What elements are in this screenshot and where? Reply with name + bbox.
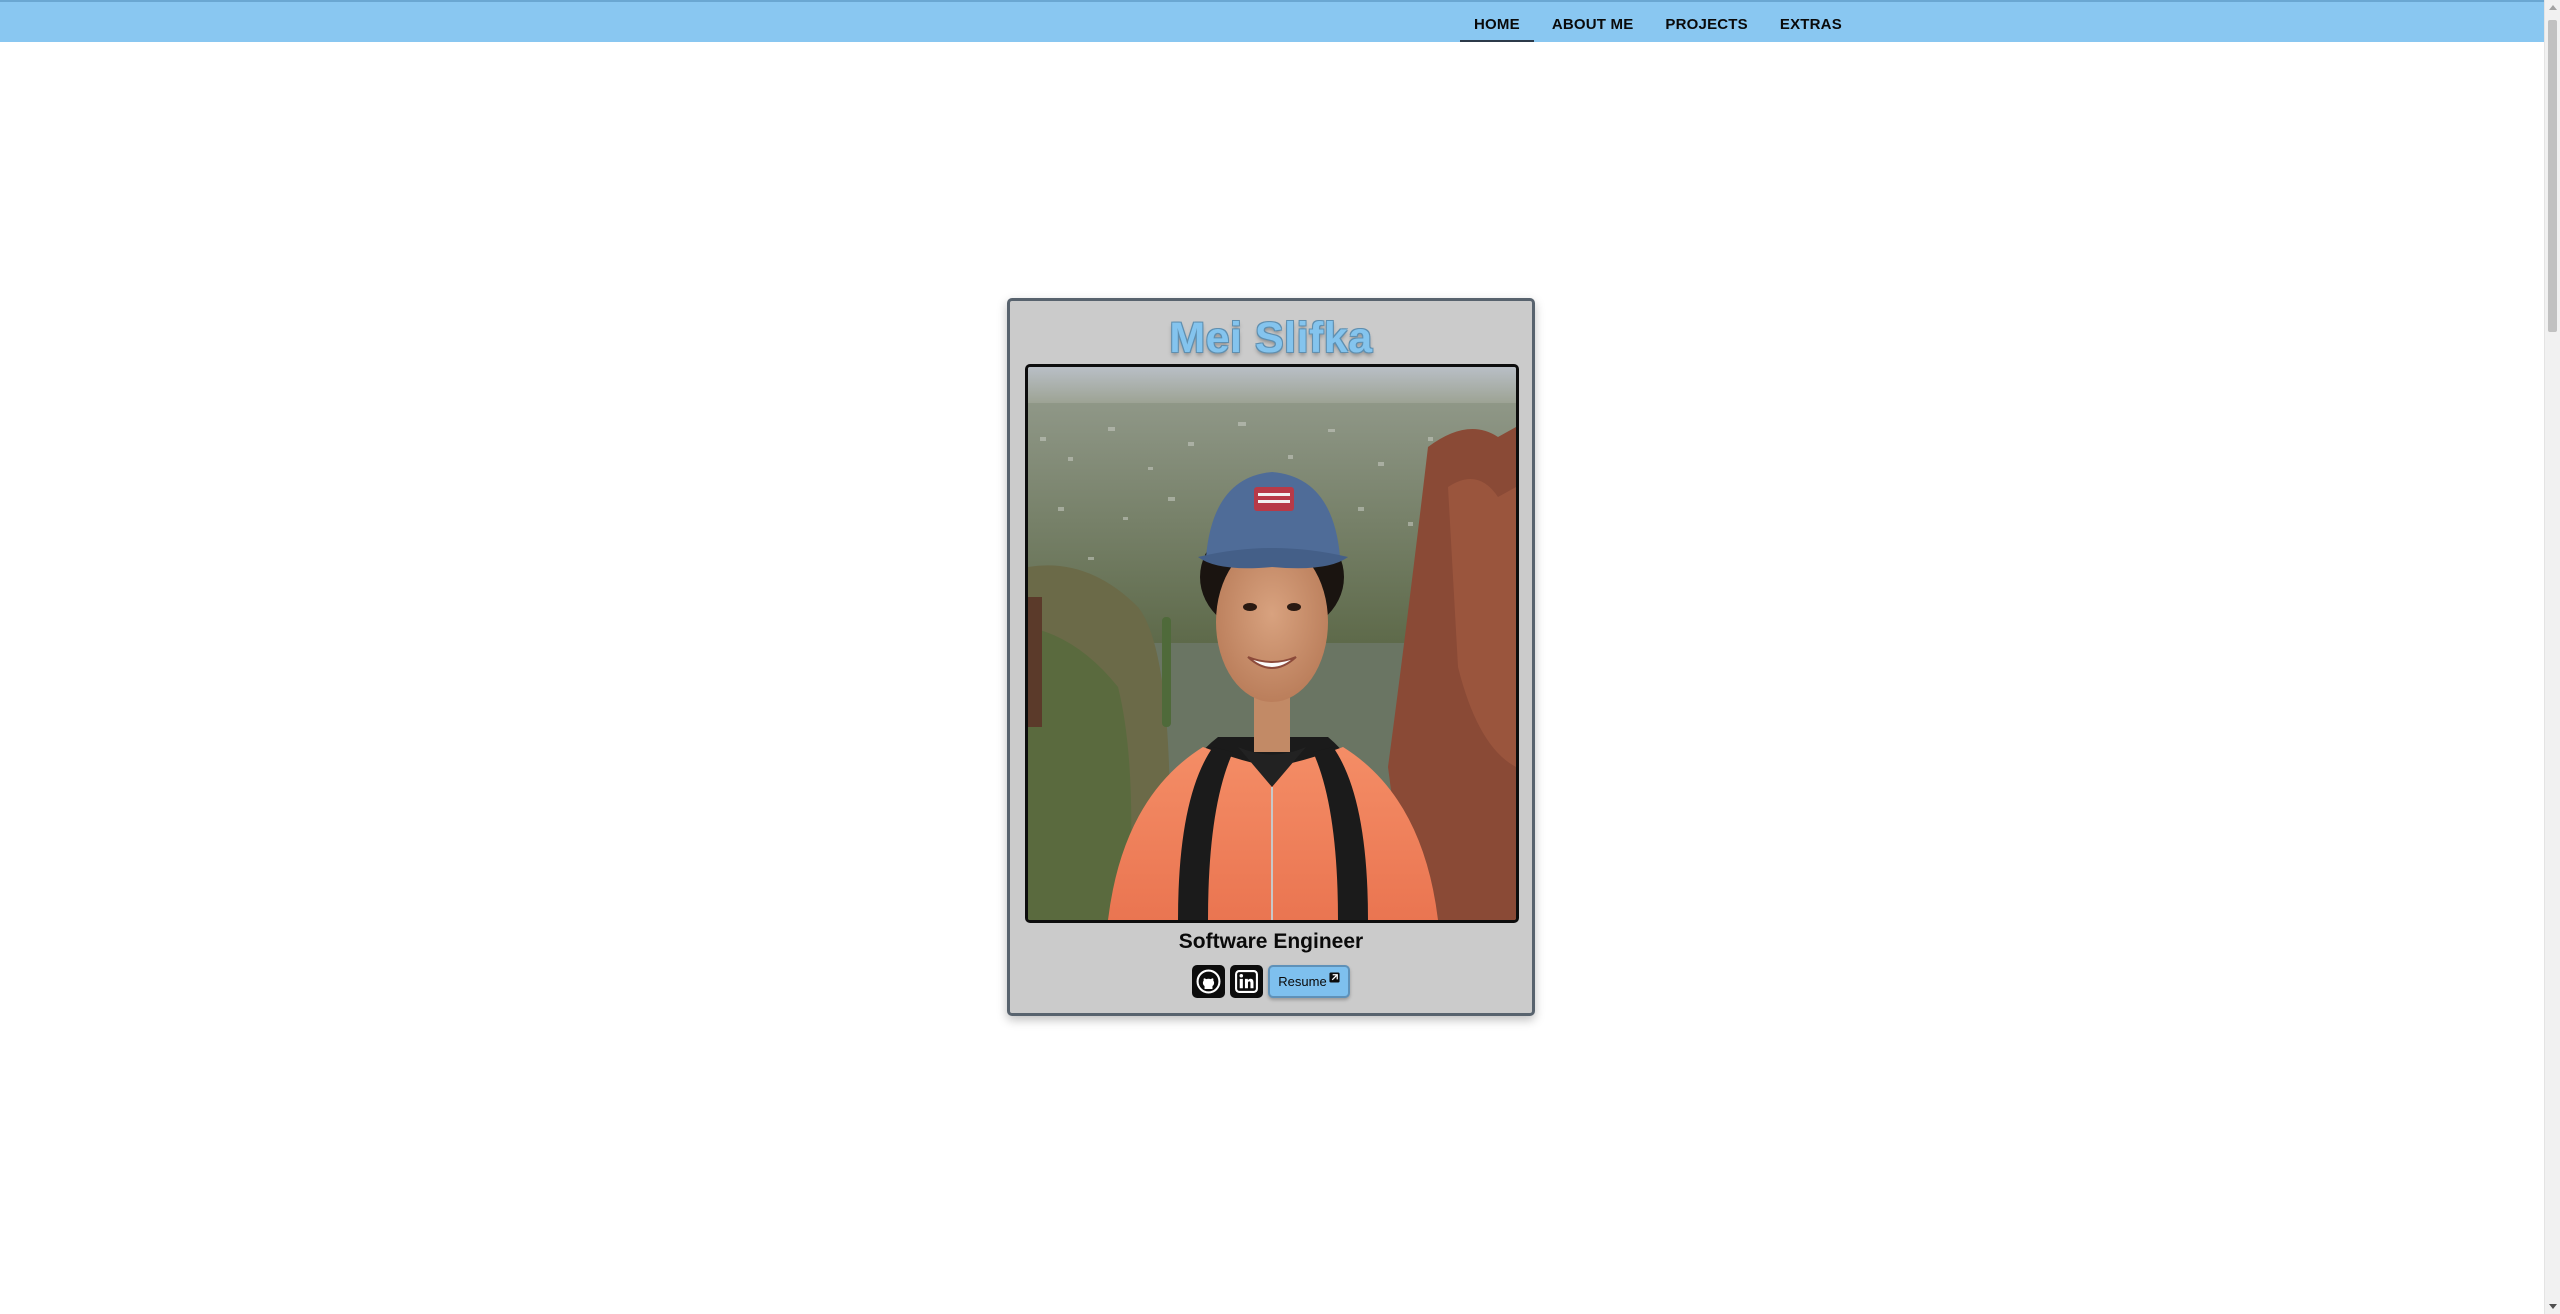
profile-title: Software Engineer <box>1178 930 1364 953</box>
external-link-icon <box>1329 971 1340 983</box>
page-scrollbar[interactable] <box>2544 0 2560 1314</box>
resume-button[interactable]: Resume <box>1268 965 1350 998</box>
github-icon[interactable] <box>1192 965 1226 998</box>
nav-projects[interactable]: PROJECTS <box>1649 2 1763 42</box>
nav-about-me[interactable]: ABOUT ME <box>1536 2 1650 42</box>
profile-photo <box>1025 364 1519 923</box>
profile-photo-illustration <box>1028 367 1516 920</box>
nav-home[interactable]: HOME <box>1458 2 1536 42</box>
resume-label: Resume <box>1278 974 1327 989</box>
scroll-down-arrow-icon[interactable] <box>2549 1304 2557 1309</box>
nav-links: HOME ABOUT ME PROJECTS EXTRAS <box>1458 2 1858 42</box>
linkedin-icon[interactable] <box>1230 965 1264 998</box>
top-navbar: HOME ABOUT ME PROJECTS EXTRAS <box>0 0 2544 42</box>
scrollbar-thumb[interactable] <box>2548 20 2557 332</box>
nav-extras[interactable]: EXTRAS <box>1764 2 1858 42</box>
github-logo-icon <box>1196 969 1221 994</box>
linkedin-logo-icon <box>1235 970 1259 993</box>
profile-card: Mei Slifka Software Engineer Resume <box>1007 298 1535 1016</box>
profile-name: Mei Slifka <box>1169 314 1373 362</box>
profile-links: Resume <box>1010 965 1532 998</box>
page: HOME ABOUT ME PROJECTS EXTRAS Mei Slifka <box>0 0 2560 1314</box>
scroll-up-arrow-icon[interactable] <box>2549 5 2557 10</box>
